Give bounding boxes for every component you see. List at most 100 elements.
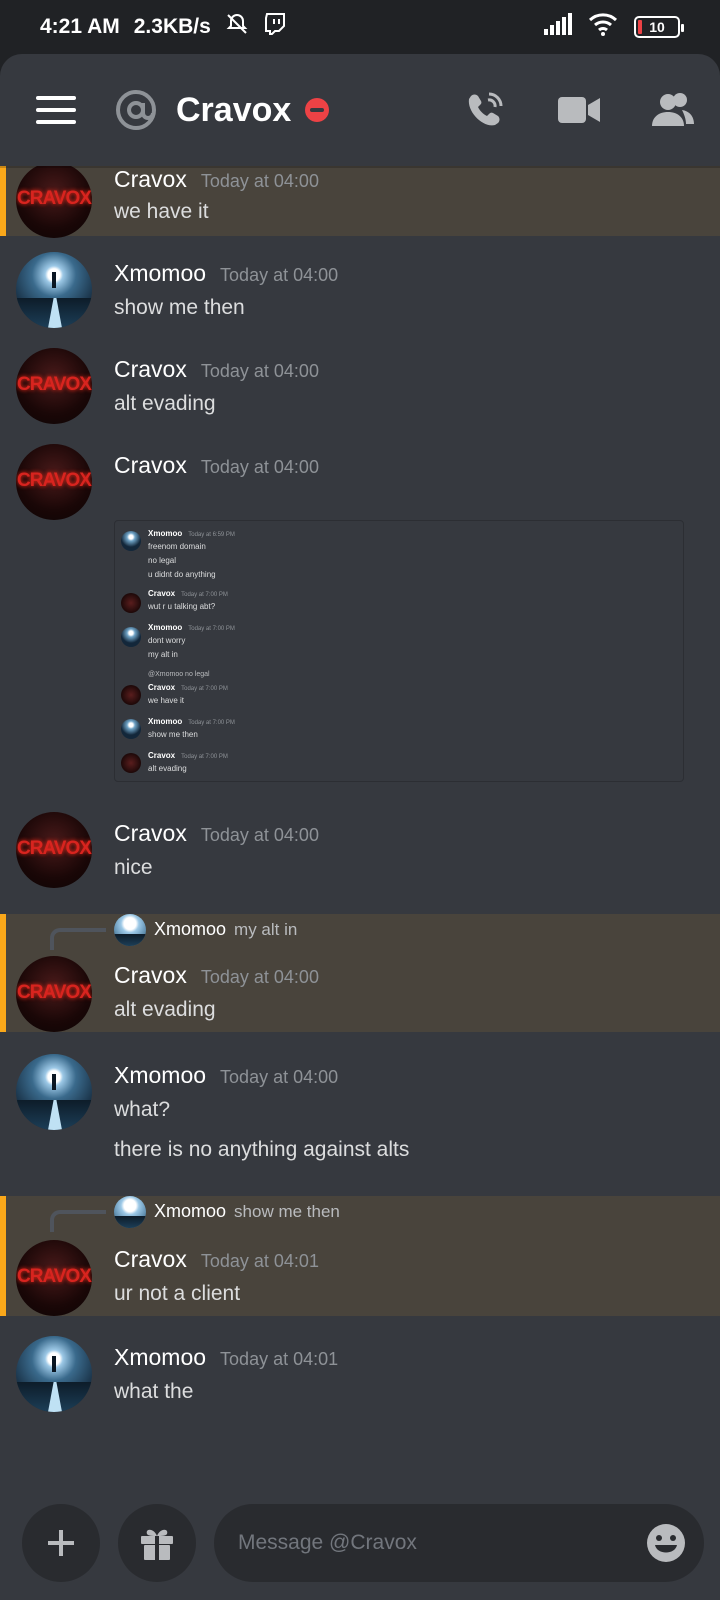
timestamp: Today at 7:00 PM <box>181 592 228 598</box>
reply-preview: @Xmomoo no legal <box>148 671 210 678</box>
battery-icon: 10 <box>634 16 684 38</box>
bell-off-icon <box>225 12 249 42</box>
network-speed: 2.3KB/s <box>133 15 211 38</box>
avatar[interactable] <box>16 1054 92 1130</box>
avatar[interactable] <box>16 252 92 328</box>
message-item[interactable]: CRAVOX Cravox Today at 04:00 we have it <box>0 166 720 238</box>
message-text: dont worry <box>148 636 186 645</box>
message-input[interactable] <box>214 1504 704 1582</box>
avatar[interactable] <box>16 1336 92 1412</box>
author-name[interactable]: Cravox <box>114 962 187 988</box>
video-icon[interactable] <box>558 89 600 131</box>
author-name: Cravox <box>148 589 176 598</box>
members-icon[interactable] <box>652 89 694 131</box>
author-name: Xmomoo <box>148 623 183 632</box>
author-name: Cravox <box>148 683 176 692</box>
signal-icon <box>544 13 572 41</box>
timestamp: Today at 7:00 PM <box>188 720 235 726</box>
author-name[interactable]: Cravox <box>114 820 187 846</box>
avatar <box>114 914 146 946</box>
reply-preview[interactable]: Xmomoo my alt in <box>154 919 297 940</box>
channel-header: Cravox <box>0 54 720 166</box>
message-item[interactable]: Xmomoo Today at 04:00 what? there is no a… <box>0 1054 720 1174</box>
message-text: alt evading <box>114 392 216 415</box>
timestamp: Today at 7:00 PM <box>181 686 228 692</box>
reply-connector <box>50 1210 106 1232</box>
message-item[interactable]: Xmomoo show me then CRAVOX Cravox Today at… <box>0 1196 720 1316</box>
message-text: no legal <box>148 556 177 565</box>
message-text: nice <box>114 856 153 879</box>
message-text: wut r u talking abt? <box>148 602 216 611</box>
author-name: Xmomoo <box>148 529 183 538</box>
message-field[interactable] <box>238 1531 598 1555</box>
clock: 4:21 AM <box>40 15 120 38</box>
timestamp: Today at 04:00 <box>200 825 319 845</box>
message-text: my alt in <box>148 650 178 659</box>
hamburger-icon[interactable] <box>36 96 76 124</box>
message-text: there is no anything against alts <box>114 1138 410 1161</box>
message-text: u didnt do anything <box>148 570 216 579</box>
avatar[interactable]: CRAVOX <box>16 1240 92 1316</box>
avatar[interactable]: CRAVOX <box>16 956 92 1032</box>
timestamp: Today at 04:01 <box>220 1349 339 1369</box>
status-bar: 4:21 AM 2.3KB/s 10 <box>0 0 720 54</box>
avatar <box>114 1196 146 1228</box>
reply-preview[interactable]: Xmomoo show me then <box>154 1201 340 1222</box>
author-name: Cravox <box>148 751 176 760</box>
avatar[interactable]: CRAVOX <box>16 348 92 424</box>
author-name[interactable]: Xmomoo <box>114 1344 206 1370</box>
wifi-icon <box>588 12 618 42</box>
message-text: what? <box>114 1098 171 1121</box>
timestamp: Today at 7:00 PM <box>181 754 228 760</box>
avatar <box>121 719 141 739</box>
avatar <box>121 685 141 705</box>
avatar <box>121 627 141 647</box>
avatar <box>121 531 141 551</box>
message-text: we have it <box>114 200 209 223</box>
author-name[interactable]: Cravox <box>114 1246 187 1272</box>
dnd-status-icon <box>305 98 330 122</box>
timestamp: Today at 04:00 <box>200 967 319 987</box>
gift-button[interactable] <box>118 1504 196 1582</box>
call-icon[interactable] <box>464 89 506 131</box>
avatar[interactable]: CRAVOX <box>16 812 92 888</box>
message-text: alt evading <box>114 998 216 1021</box>
author-name[interactable]: Cravox <box>114 356 187 382</box>
reply-text: show me then <box>234 1202 340 1221</box>
message-item[interactable]: Xmomoo Today at 04:01 what the <box>0 1336 720 1426</box>
message-item[interactable]: Xmomoo Today at 04:00 show me then <box>0 252 720 342</box>
message-item[interactable]: CRAVOX Cravox Today at 04:00 nice <box>0 812 720 902</box>
timestamp: Today at 04:00 <box>200 361 319 381</box>
page-title: Cravox <box>176 90 292 129</box>
author-name[interactable]: Cravox <box>114 166 187 192</box>
timestamp: Today at 04:01 <box>200 1251 319 1271</box>
message-item[interactable]: Xmomoo my alt in CRAVOX Cravox Today at 04… <box>0 914 720 1032</box>
message-text: show me then <box>114 296 245 319</box>
author-name: Xmomoo <box>148 717 183 726</box>
battery-level: 10 <box>649 19 665 35</box>
reply-author: Xmomoo <box>154 919 227 939</box>
message-text: we have it <box>148 696 185 705</box>
author-name[interactable]: Xmomoo <box>114 260 206 286</box>
message-item[interactable]: CRAVOX Cravox Today at 04:00 alt evading <box>0 348 720 438</box>
add-attachment-button[interactable] <box>22 1504 100 1582</box>
avatar[interactable]: CRAVOX <box>16 444 92 520</box>
author-name[interactable]: Xmomoo <box>114 1062 206 1088</box>
author-name[interactable]: Cravox <box>114 452 187 478</box>
timestamp: Today at 6:59 PM <box>188 532 235 538</box>
timestamp: Today at 7:00 PM <box>188 626 235 632</box>
message-text: freenom domain <box>148 542 206 551</box>
image-attachment[interactable]: Xmomoo Today at 6:59 PM freenom domain no… <box>114 520 684 782</box>
message-text: ur not a client <box>114 1282 241 1305</box>
emoji-icon[interactable] <box>646 1523 686 1563</box>
message-list[interactable]: CRAVOX Cravox Today at 04:00 we have it X… <box>0 166 720 1466</box>
reply-connector <box>50 928 106 950</box>
plus-icon <box>48 1530 74 1556</box>
at-icon <box>116 90 156 130</box>
message-text: show me then <box>148 730 198 739</box>
avatar <box>121 593 141 613</box>
timestamp: Today at 04:00 <box>200 457 319 477</box>
gift-icon <box>141 1529 173 1560</box>
message-text: alt evading <box>148 764 187 773</box>
avatar[interactable]: CRAVOX <box>16 166 92 238</box>
